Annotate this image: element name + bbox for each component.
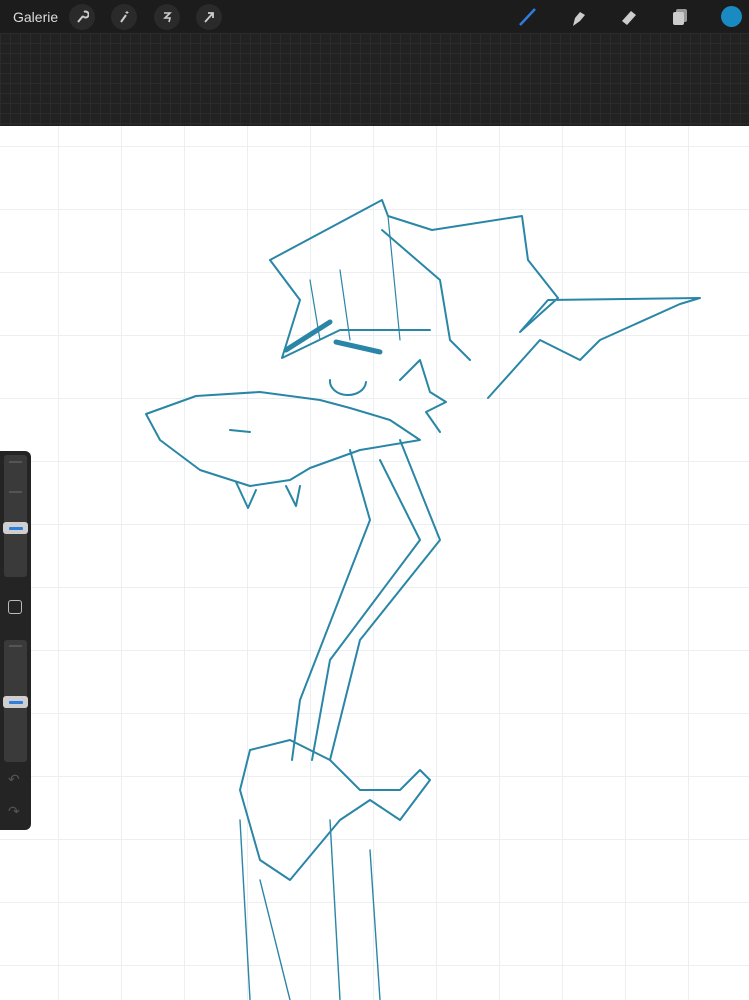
opacity-slider[interactable] bbox=[3, 640, 28, 762]
workspace-background bbox=[0, 33, 749, 126]
undo-icon[interactable]: ↶ bbox=[8, 771, 20, 788]
wrench-icon[interactable] bbox=[69, 4, 95, 30]
smudge-icon[interactable] bbox=[565, 4, 591, 30]
opacity-handle[interactable] bbox=[3, 696, 28, 708]
redo-icon[interactable]: ↷ bbox=[8, 803, 20, 820]
color-swatch[interactable] bbox=[721, 6, 742, 27]
selection-icon[interactable] bbox=[154, 4, 180, 30]
left-sidebar: ↶ ↷ bbox=[0, 451, 31, 830]
transform-arrow-icon[interactable] bbox=[196, 4, 222, 30]
dragon-sketch bbox=[145, 199, 701, 1000]
gallery-button[interactable]: Galerie bbox=[13, 9, 58, 25]
brush-size-handle[interactable] bbox=[3, 522, 28, 534]
top-toolbar: Galerie bbox=[0, 0, 749, 33]
magic-wand-icon[interactable] bbox=[111, 4, 137, 30]
brush-icon[interactable] bbox=[514, 4, 540, 30]
drawing-canvas[interactable] bbox=[0, 126, 749, 1000]
layers-icon[interactable] bbox=[667, 4, 693, 30]
brush-size-slider[interactable] bbox=[3, 455, 28, 577]
eraser-icon[interactable] bbox=[616, 4, 642, 30]
modify-button[interactable] bbox=[8, 600, 22, 614]
